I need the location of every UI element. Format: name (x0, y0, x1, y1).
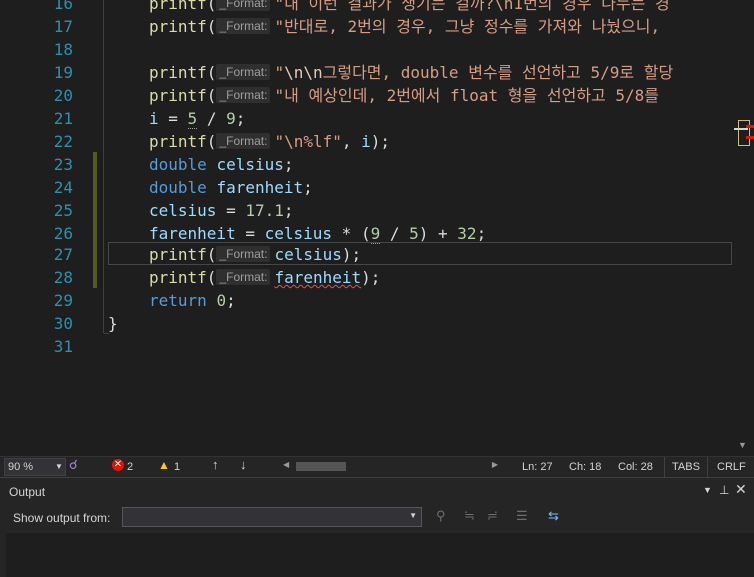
line-indicator[interactable]: Ln: 27 (522, 460, 553, 474)
divider (664, 457, 665, 477)
horizontal-scroll-thumb[interactable] (296, 462, 346, 471)
line-number: 20 (53, 86, 73, 105)
dropdown-icon[interactable]: ▼ (703, 485, 712, 495)
inlay-hint: _Format: (216, 269, 271, 285)
vertical-scrollbar[interactable]: ▼ (734, 0, 754, 456)
line-number: 28 (53, 268, 73, 287)
warning-icon[interactable]: ▲ (158, 458, 170, 472)
line-number: 18 (53, 40, 73, 59)
code-line-31[interactable]: 31 (0, 335, 734, 358)
scroll-down-arrow-icon[interactable]: ▼ (738, 440, 747, 450)
output-source-select[interactable]: ▼ (122, 507, 422, 527)
line-number: 25 (53, 201, 73, 220)
code-text[interactable]: printf(_Format: farenheit); (149, 266, 380, 289)
editor-status-bar: 90 % ▼ ☌ ✕ 2 ▲ 1 ↑ ↓ ◀ ▶ Ln: 27 Ch: 18 C… (0, 456, 754, 477)
code-line-22[interactable]: 22 printf(_Format: "\n%lf", i); (0, 130, 734, 153)
pin-icon[interactable]: ⊥ (719, 483, 729, 497)
chevron-down-icon: ▼ (55, 462, 63, 471)
code-text[interactable]: celsius = 17.1; (149, 199, 294, 222)
code-line-25[interactable]: 25 celsius = 17.1; (0, 199, 734, 222)
code-line-24[interactable]: 24 double farenheit; (0, 176, 734, 199)
code-text[interactable]: printf(_Format: "내 예상인데, 2번에서 float 형을 선언… (149, 84, 659, 107)
code-line-16[interactable]: 16 printf(_Format: "내 이런 결과가 생기는 걸까?\n1번의… (0, 0, 734, 15)
code-text[interactable]: printf(_Format: "내 이런 결과가 생기는 걸까?\n1번의 경우… (149, 0, 670, 15)
code-line-18[interactable]: 18 (0, 38, 734, 61)
line-number: 21 (53, 109, 73, 128)
code-line-21[interactable]: 21 i = 5 / 9; (0, 107, 734, 130)
line-number: 26 (53, 224, 73, 243)
zoom-dropdown[interactable]: 90 % ▼ (4, 458, 66, 476)
output-text-area[interactable] (6, 533, 754, 577)
code-text[interactable]: return 0; (149, 289, 236, 312)
health-icon[interactable]: ☌ (69, 458, 78, 472)
scroll-left-arrow-icon[interactable]: ◀ (283, 460, 289, 469)
tabs-indicator[interactable]: TABS (672, 460, 700, 474)
line-number: 24 (53, 178, 73, 197)
code-line-27[interactable]: 27 printf(_Format: celsius); (0, 243, 734, 266)
code-editor[interactable]: 16 printf(_Format: "내 이런 결과가 생기는 걸까?\n1번의… (0, 0, 734, 456)
inlay-hint: _Format: (216, 64, 271, 80)
chevron-down-icon: ▼ (409, 511, 417, 520)
column-indicator[interactable]: Col: 28 (618, 460, 653, 474)
code-line-26[interactable]: 26 farenheit = celsius * (9 / 5) + 32; (0, 222, 734, 245)
line-number: 16 (53, 0, 73, 13)
line-number: 31 (53, 337, 73, 356)
warning-count[interactable]: 1 (174, 460, 180, 474)
inlay-hint: _Format: (216, 18, 271, 34)
code-text[interactable]: printf(_Format: celsius); (149, 243, 361, 266)
line-number: 30 (53, 314, 73, 333)
zoom-level: 90 % (8, 461, 34, 473)
close-icon[interactable]: ✕ (735, 481, 747, 498)
code-line-29[interactable]: 29 return 0; (0, 289, 734, 312)
error-marker (746, 136, 754, 139)
scrollbar-caret-marker (738, 120, 750, 146)
code-text[interactable]: printf(_Format: "반대로, 2번의 경우, 그냥 정수를 가져와 … (149, 15, 660, 38)
code-text[interactable]: double celsius; (149, 153, 294, 176)
word-wrap-icon[interactable]: ⇆ (548, 508, 559, 524)
clear-all-icon[interactable]: ☰ (516, 508, 528, 524)
char-indicator[interactable]: Ch: 18 (569, 460, 601, 474)
line-number: 17 (53, 17, 73, 36)
code-line-20[interactable]: 20 printf(_Format: "내 예상인데, 2번에서 float 형을… (0, 84, 734, 107)
line-number: 19 (53, 63, 73, 82)
line-number: 23 (53, 155, 73, 174)
previous-message-icon[interactable]: ≒ (464, 508, 475, 524)
code-text[interactable]: printf(_Format: "\n%lf", i); (149, 130, 390, 153)
next-issue-button[interactable]: ↓ (240, 458, 247, 472)
inlay-hint: _Format: (216, 133, 271, 149)
line-number: 22 (53, 132, 73, 151)
caret-marker (734, 128, 748, 130)
divider (707, 457, 708, 477)
line-number: 29 (53, 291, 73, 310)
next-message-icon[interactable]: ≓ (487, 508, 498, 524)
code-line-28[interactable]: 28 printf(_Format: farenheit); (0, 266, 734, 289)
error-count[interactable]: 2 (127, 460, 133, 474)
error-icon[interactable]: ✕ (112, 459, 124, 471)
line-number: 27 (53, 245, 73, 264)
code-text[interactable]: printf(_Format: "\n\n그렇다면, double 변수를 선언하… (149, 61, 673, 84)
line-ending-indicator[interactable]: CRLF (717, 460, 746, 474)
code-text[interactable]: i = 5 / 9; (149, 107, 245, 130)
code-line-23[interactable]: 23 double celsius; (0, 153, 734, 176)
inlay-hint: _Format: (216, 0, 271, 11)
code-text[interactable]: farenheit = celsius * (9 / 5) + 32; (149, 222, 486, 245)
code-line-30[interactable]: 30 } (0, 312, 734, 335)
code-line-17[interactable]: 17 printf(_Format: "반대로, 2번의 경우, 그냥 정수를 가… (0, 15, 734, 38)
find-message-icon[interactable]: ⚲ (436, 508, 446, 524)
code-line-19[interactable]: 19 printf(_Format: "\n\n그렇다면, double 변수를 … (0, 61, 734, 84)
output-panel: Output ▼ ⊥ ✕ Show output from: ▼ ⚲ ≒ ≓ ☰… (0, 477, 754, 577)
show-output-from-label: Show output from: (13, 511, 111, 525)
scroll-right-arrow-icon[interactable]: ▶ (492, 460, 498, 469)
output-panel-title: Output (9, 485, 46, 499)
inlay-hint: _Format: (216, 246, 271, 262)
inlay-hint: _Format: (216, 87, 271, 103)
previous-issue-button[interactable]: ↑ (212, 458, 219, 472)
code-text[interactable]: double farenheit; (149, 176, 313, 199)
code-text[interactable]: } (108, 312, 118, 335)
